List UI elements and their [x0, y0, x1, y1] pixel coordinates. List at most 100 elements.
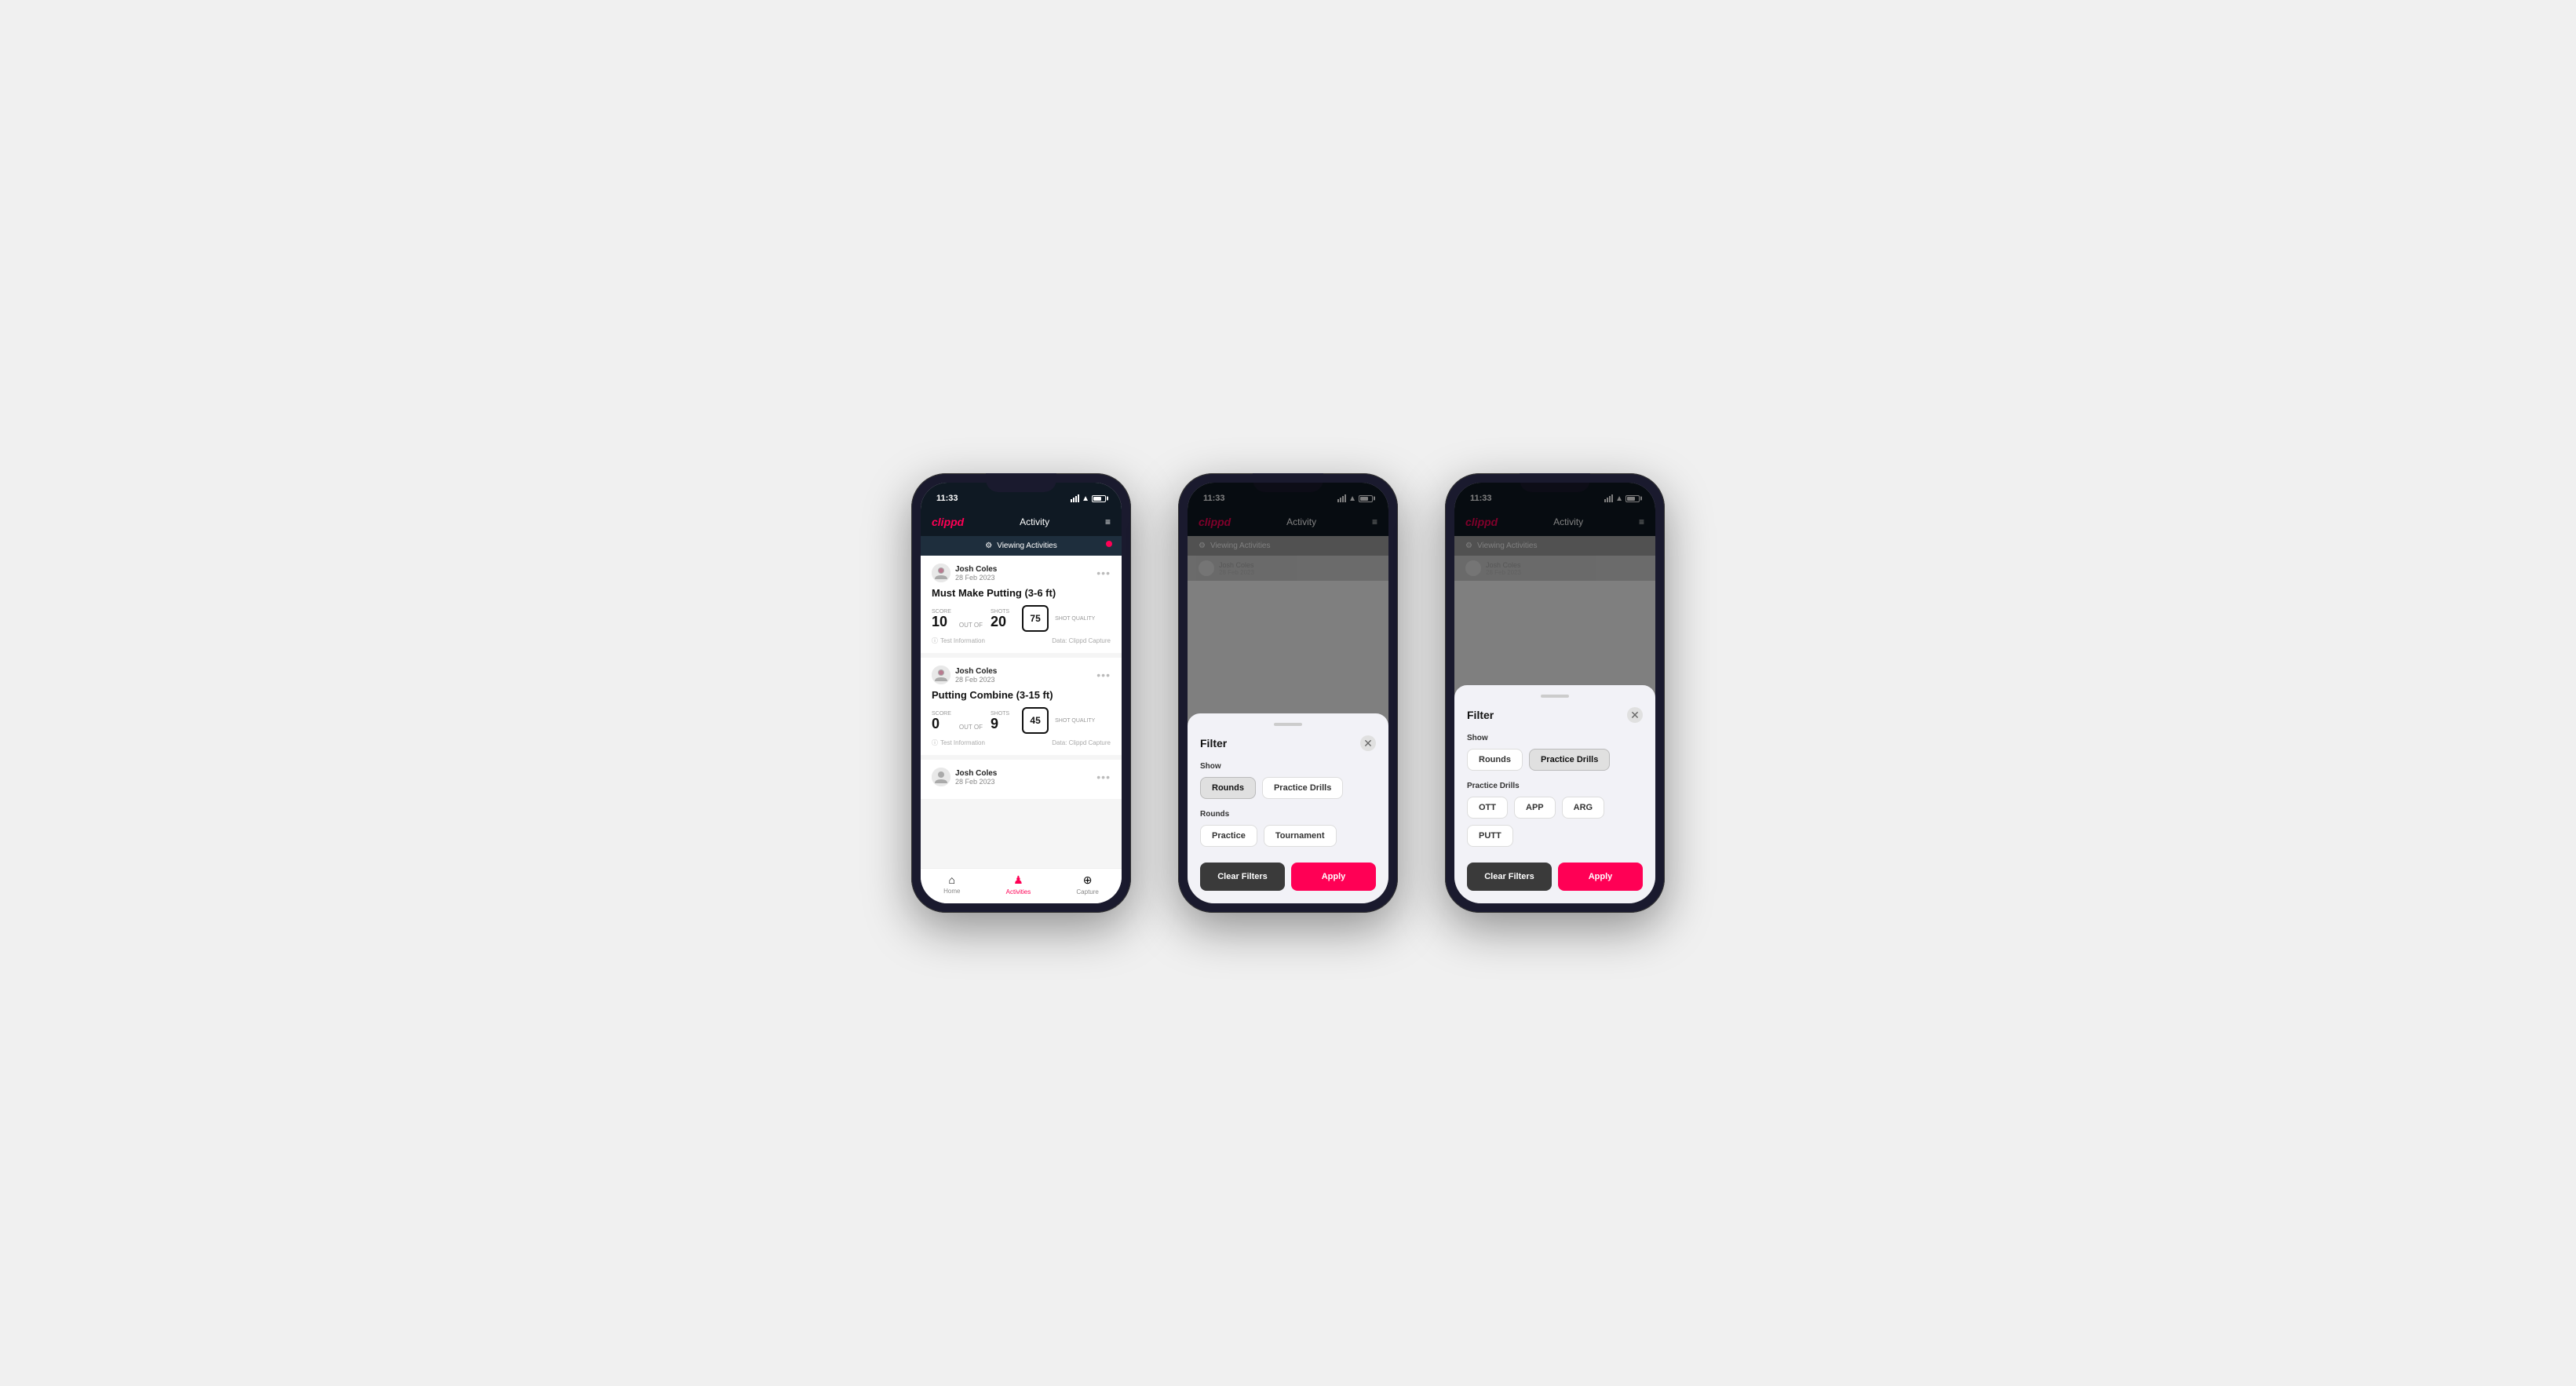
practice-drills-btn-2[interactable]: Practice Drills	[1262, 777, 1343, 799]
clear-filters-btn-2[interactable]: Clear Filters	[1200, 863, 1285, 891]
user-info-2: Josh Coles 28 Feb 2023	[932, 666, 997, 684]
info-text-1: ⓘ Test Information	[932, 636, 985, 645]
avatar-1	[932, 564, 950, 582]
phone-2: 11:33 ▲ clippd Activity	[1178, 473, 1398, 913]
phone-3: 11:33 ▲ clippd Activity	[1445, 473, 1665, 913]
avatar-2	[932, 666, 950, 684]
nav-home-1[interactable]: ⌂ Home	[943, 874, 960, 895]
close-icon-2[interactable]: ✕	[1360, 735, 1376, 751]
score-value-1: 10	[932, 615, 951, 629]
user-date-1: 28 Feb 2023	[955, 574, 997, 582]
practice-label-3: Practice Drills	[1467, 782, 1643, 790]
shot-quality-badge-2: 45	[1022, 707, 1049, 734]
viewing-bar-1[interactable]: ⚙ Viewing Activities	[921, 536, 1122, 556]
home-icon-1: ⌂	[949, 874, 955, 886]
user-info-3: Josh Coles 28 Feb 2023	[932, 768, 997, 786]
activity-card-1: Josh Coles 28 Feb 2023 ••• Must Make Put…	[921, 556, 1122, 658]
phone-screen-1: 11:33 ▲ clippd Activity	[921, 483, 1122, 903]
sq-label-block-2: Shot Quality	[1055, 718, 1095, 724]
ott-btn-3[interactable]: OTT	[1467, 797, 1508, 819]
filter-title-2: Filter	[1200, 737, 1227, 750]
show-buttons-2: Rounds Practice Drills	[1200, 777, 1376, 799]
filter-overlay-2: Filter ✕ Show Rounds Practice Drills Rou…	[1188, 483, 1388, 903]
sheet-handle-3	[1541, 695, 1569, 698]
sq-label-block-1: Shot Quality	[1055, 616, 1095, 622]
nav-activities-1[interactable]: ♟ Activities	[1006, 874, 1031, 895]
show-section-2: Show Rounds Practice Drills	[1200, 762, 1376, 799]
tournament-btn-2[interactable]: Tournament	[1264, 825, 1337, 847]
user-name-2: Josh Coles	[955, 667, 997, 676]
phone-1: 11:33 ▲ clippd Activity	[911, 473, 1131, 913]
filter-actions-3: Clear Filters Apply	[1467, 863, 1643, 891]
bottom-nav-1: ⌂ Home ♟ Activities ⊕ Capture	[921, 868, 1122, 903]
sq-value-1: 75	[1030, 613, 1040, 624]
putt-btn-3[interactable]: PUTT	[1467, 825, 1513, 847]
sheet-header-2: Filter ✕	[1200, 735, 1376, 751]
practice-drills-btn-3[interactable]: Practice Drills	[1529, 749, 1610, 771]
activity-title-2: Putting Combine (3-15 ft)	[932, 689, 1111, 701]
rounds-btn-3[interactable]: Rounds	[1467, 749, 1523, 771]
shots-value-1: 20	[991, 615, 1009, 629]
show-label-3: Show	[1467, 734, 1643, 742]
sheet-handle-2	[1274, 723, 1302, 726]
activity-title-1: Must Make Putting (3-6 ft)	[932, 587, 1111, 599]
user-details-2: Josh Coles 28 Feb 2023	[955, 667, 997, 684]
status-time-1: 11:33	[936, 494, 958, 503]
viewing-bar-text-1: Viewing Activities	[997, 542, 1057, 550]
wifi-icon-1: ▲	[1082, 494, 1089, 503]
card-header-1: Josh Coles 28 Feb 2023 •••	[932, 564, 1111, 582]
status-icons-1: ▲	[1071, 494, 1106, 503]
clear-filters-btn-3[interactable]: Clear Filters	[1467, 863, 1552, 891]
sq-label-2: Shot Quality	[1055, 718, 1095, 724]
data-source-1: Data: Clippd Capture	[1052, 637, 1111, 644]
filter-sheet-3: Filter ✕ Show Rounds Practice Drills Pra…	[1454, 685, 1655, 903]
dots-menu-1[interactable]: •••	[1096, 567, 1111, 579]
user-date-2: 28 Feb 2023	[955, 676, 997, 684]
rounds-btn-2[interactable]: Rounds	[1200, 777, 1256, 799]
dots-menu-2[interactable]: •••	[1096, 669, 1111, 681]
stats-row-1: Score 10 OUT OF Shots 20 75 Shot Quality	[932, 605, 1111, 632]
app-header-1: clippd Activity ≡	[921, 508, 1122, 536]
app-title-1: Activity	[1020, 516, 1049, 527]
arg-btn-3[interactable]: ARG	[1562, 797, 1604, 819]
practice-round-btn-2[interactable]: Practice	[1200, 825, 1257, 847]
filter-actions-2: Clear Filters Apply	[1200, 863, 1376, 891]
capture-label-1: Capture	[1076, 888, 1098, 895]
show-section-3: Show Rounds Practice Drills	[1467, 734, 1643, 771]
user-details-1: Josh Coles 28 Feb 2023	[955, 565, 997, 582]
out-of-1: OUT OF	[959, 622, 983, 632]
info-text-2: ⓘ Test Information	[932, 739, 985, 747]
user-details-3: Josh Coles 28 Feb 2023	[955, 769, 997, 786]
filter-icon-1: ⚙	[985, 542, 992, 550]
activity-card-2: Josh Coles 28 Feb 2023 ••• Putting Combi…	[921, 658, 1122, 760]
sheet-header-3: Filter ✕	[1467, 707, 1643, 723]
activity-card-3: Josh Coles 28 Feb 2023 •••	[921, 760, 1122, 804]
phones-container: 11:33 ▲ clippd Activity	[911, 473, 1665, 913]
phone-screen-2: 11:33 ▲ clippd Activity	[1188, 483, 1388, 903]
phone-notch-1	[986, 473, 1056, 492]
app-btn-3[interactable]: APP	[1514, 797, 1556, 819]
shots-value-2: 9	[991, 717, 1009, 731]
filter-title-3: Filter	[1467, 709, 1494, 721]
activity-list-1: Josh Coles 28 Feb 2023 ••• Must Make Put…	[921, 556, 1122, 868]
rounds-buttons-2: Practice Tournament	[1200, 825, 1376, 847]
card-header-2: Josh Coles 28 Feb 2023 •••	[932, 666, 1111, 684]
out-of-2: OUT OF	[959, 724, 983, 734]
filter-sheet-2: Filter ✕ Show Rounds Practice Drills Rou…	[1188, 713, 1388, 903]
apply-btn-2[interactable]: Apply	[1291, 863, 1376, 891]
filter-overlay-3: Filter ✕ Show Rounds Practice Drills Pra…	[1454, 483, 1655, 903]
apply-btn-3[interactable]: Apply	[1558, 863, 1643, 891]
card-footer-1: ⓘ Test Information Data: Clippd Capture	[932, 636, 1111, 645]
score-block-2: Score 0	[932, 711, 951, 731]
nav-capture-1[interactable]: ⊕ Capture	[1076, 874, 1098, 895]
show-label-2: Show	[1200, 762, 1376, 771]
app-logo-1: clippd	[932, 516, 964, 528]
avatar-3	[932, 768, 950, 786]
user-date-3: 28 Feb 2023	[955, 778, 997, 786]
phone-screen-3: 11:33 ▲ clippd Activity	[1454, 483, 1655, 903]
shots-block-2: Shots 9	[991, 711, 1009, 731]
activities-icon-1: ♟	[1013, 874, 1023, 887]
dots-menu-3[interactable]: •••	[1096, 771, 1111, 783]
close-icon-3[interactable]: ✕	[1627, 707, 1643, 723]
menu-icon-1[interactable]: ≡	[1105, 516, 1111, 527]
